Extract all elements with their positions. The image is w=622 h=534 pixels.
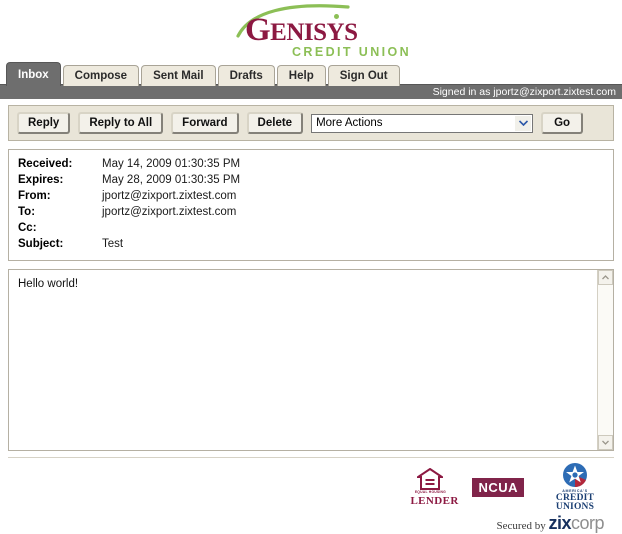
more-actions-select[interactable]: More Actions <box>311 113 534 133</box>
page-footer: EQUAL HOUSING LENDER NCUA AMERICA'S CRED… <box>8 457 614 534</box>
received-value: May 14, 2009 01:30:35 PM <box>102 158 241 170</box>
logo-tagline: CREDIT UNION <box>292 45 412 59</box>
secured-by-zixcorp: Secured by zixcorp <box>496 513 605 534</box>
tab-bar: Inbox Compose Sent Mail Drafts Help Sign Out <box>0 62 622 86</box>
table-row: To: jportz@zixport.zixtest.com <box>18 205 240 221</box>
expires-label: Expires: <box>18 174 64 186</box>
message-headers-table: Received: May 14, 2009 01:30:35 PM Expir… <box>18 157 240 253</box>
lender-text: LENDER <box>410 494 459 507</box>
more-actions-selected-value: More Actions <box>316 116 383 129</box>
masthead: GENISYS CREDIT UNION <box>0 0 622 62</box>
table-row: Cc: <box>18 221 240 237</box>
credit-unions-text: CREDIT UNIONS <box>555 492 595 513</box>
subject-value: Test <box>102 238 124 250</box>
main-content: Reply Reply to All Forward Delete More Actio… <box>0 99 622 534</box>
scrollbar-track[interactable] <box>598 285 613 435</box>
ncua-logo: NCUA <box>472 477 524 497</box>
scroll-down-icon[interactable] <box>598 435 613 450</box>
reply-button[interactable]: Reply <box>17 112 71 134</box>
received-label: Received: <box>18 158 73 170</box>
message-body-panel: Hello world! <box>8 269 614 451</box>
from-value: jportz@zixport.zixtest.com <box>102 190 237 202</box>
cc-label: Cc: <box>18 222 37 234</box>
tab-sent-mail[interactable]: Sent Mail <box>141 65 216 86</box>
tab-sign-out[interactable]: Sign Out <box>327 65 400 86</box>
delete-button[interactable]: Delete <box>246 112 304 134</box>
reply-to-all-button[interactable]: Reply to All <box>78 112 164 134</box>
genisys-logo: GENISYS CREDIT UNION <box>236 4 416 60</box>
tab-drafts[interactable]: Drafts <box>217 65 275 86</box>
logo-wordmark-small: ENISYS <box>270 19 358 46</box>
message-toolbar: Reply Reply to All Forward Delete More Actio… <box>8 105 614 141</box>
zix-wordmark: zix <box>548 513 571 533</box>
expires-value: May 28, 2009 01:30:35 PM <box>102 174 241 186</box>
table-row: Received: May 14, 2009 01:30:35 PM <box>18 157 240 173</box>
table-row: Subject: Test <box>18 237 240 253</box>
subject-label: Subject: <box>18 238 64 250</box>
secured-by-label: Secured by <box>496 520 549 532</box>
house-icon <box>410 468 450 491</box>
logo-wordmark: GENISYS <box>245 12 358 48</box>
chevron-down-icon[interactable] <box>515 115 532 131</box>
equal-housing-caption: EQUAL HOUSING <box>414 490 447 495</box>
star-emblem-icon <box>546 462 604 488</box>
scroll-up-icon[interactable] <box>598 270 613 285</box>
message-body-text: Hello world! <box>18 278 79 290</box>
tab-compose[interactable]: Compose <box>62 65 140 86</box>
to-label: To: <box>18 206 36 218</box>
go-button[interactable]: Go <box>541 112 584 134</box>
to-value: jportz@zixport.zixtest.com <box>102 206 237 218</box>
table-row: Expires: May 28, 2009 01:30:35 PM <box>18 173 240 189</box>
equal-housing-lender-logo: EQUAL HOUSING LENDER <box>410 468 459 507</box>
corp-wordmark: corp <box>570 513 605 533</box>
footer-logo-group: EQUAL HOUSING LENDER NCUA AMERICA'S CRED… <box>410 462 604 513</box>
tab-inbox[interactable]: Inbox <box>6 62 61 86</box>
message-body-scrollbar[interactable] <box>597 270 613 450</box>
message-headers-panel: Received: May 14, 2009 01:30:35 PM Expir… <box>8 149 614 261</box>
forward-button[interactable]: Forward <box>171 112 239 134</box>
americas-credit-unions-logo: AMERICA'S CREDIT UNIONS <box>546 462 604 513</box>
table-row: From: jportz@zixport.zixtest.com <box>18 189 240 205</box>
cc-value <box>102 221 240 237</box>
from-label: From: <box>18 190 51 202</box>
tab-help[interactable]: Help <box>276 65 326 86</box>
